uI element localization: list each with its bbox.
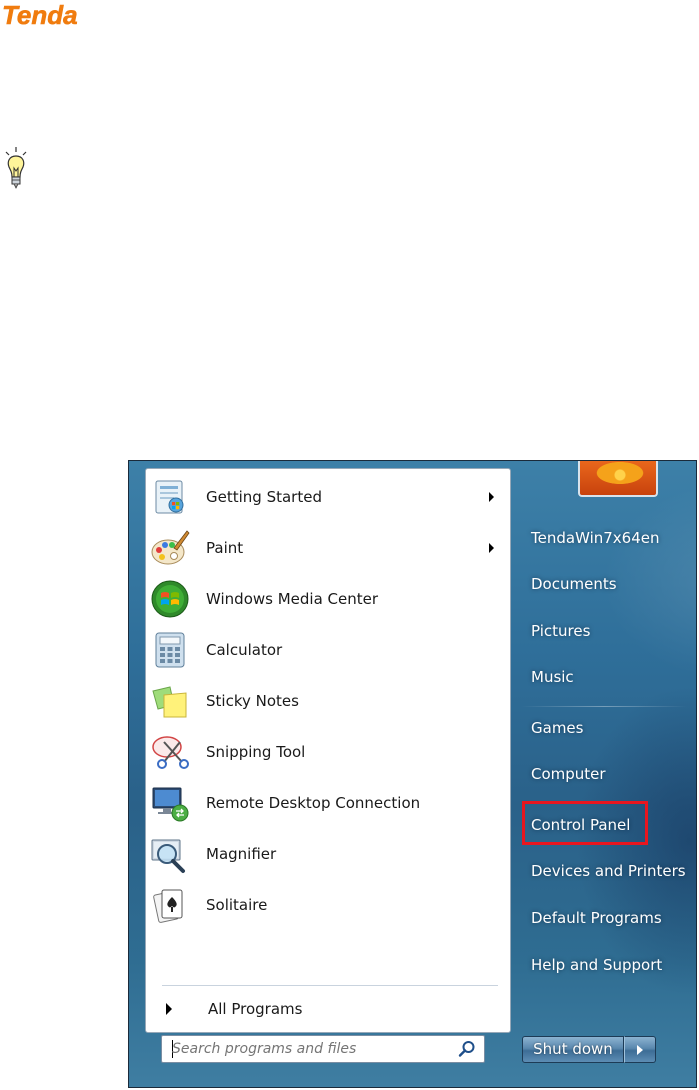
program-solitaire[interactable]: Solitaire (148, 881, 506, 929)
divider (162, 985, 498, 986)
control-panel-highlight (522, 801, 648, 845)
right-item-user[interactable]: TendaWin7x64en (531, 529, 659, 547)
calculator-icon (155, 632, 185, 668)
program-label: Magnifier (206, 845, 277, 863)
svg-text:Tenda: Tenda (2, 0, 78, 30)
program-label: Calculator (206, 641, 283, 659)
right-item-games[interactable]: Games (531, 719, 583, 737)
shutdown-button[interactable]: Shut down (522, 1036, 624, 1063)
lightbulb-icon (5, 147, 27, 189)
paint-icon (151, 530, 190, 565)
program-calculator[interactable]: Calculator (148, 626, 506, 674)
right-item-music[interactable]: Music (531, 668, 574, 686)
right-item-help-and-support[interactable]: Help and Support (531, 956, 662, 974)
expand-arrow-icon (166, 1003, 172, 1015)
right-item-documents[interactable]: Documents (531, 575, 617, 593)
submenu-arrow-icon[interactable] (489, 492, 494, 502)
program-sticky-notes[interactable]: Sticky Notes (148, 677, 506, 725)
chevron-right-icon (637, 1045, 643, 1055)
sticky-notes-icon (152, 686, 187, 718)
program-magnifier[interactable]: Magnifier (148, 830, 506, 878)
search-box[interactable] (161, 1035, 485, 1063)
program-label: Remote Desktop Connection (206, 794, 421, 812)
windows-media-center-icon (151, 580, 189, 618)
search-input[interactable] (172, 1038, 442, 1060)
all-programs-label: All Programs (208, 1000, 303, 1018)
submenu-arrow-icon[interactable] (489, 543, 494, 553)
snipping-tool-icon (152, 736, 189, 769)
search-icon[interactable] (458, 1040, 476, 1058)
program-paint[interactable]: Paint (148, 524, 506, 572)
programs-pane: Getting Started Paint Windows Media Cent… (145, 468, 511, 1033)
program-label: Sticky Notes (206, 692, 299, 710)
right-item-computer[interactable]: Computer (531, 765, 606, 783)
program-windows-media-center[interactable]: Windows Media Center (148, 575, 506, 623)
program-snipping-tool[interactable]: Snipping Tool (148, 728, 506, 776)
program-label: Getting Started (206, 488, 322, 506)
start-menu: Getting Started Paint Windows Media Cent… (128, 460, 697, 1088)
remote-desktop-icon (152, 787, 189, 822)
shutdown-options-button[interactable] (624, 1036, 656, 1063)
program-remote-desktop-connection[interactable]: Remote Desktop Connection (148, 779, 506, 827)
right-item-default-programs[interactable]: Default Programs (531, 909, 662, 927)
program-label: Paint (206, 539, 244, 557)
program-label: Windows Media Center (206, 590, 379, 608)
solitaire-icon (153, 889, 183, 923)
right-item-devices-and-printers[interactable]: Devices and Printers (531, 862, 686, 880)
user-picture[interactable] (578, 461, 658, 497)
getting-started-icon (155, 480, 184, 514)
all-programs-button[interactable]: All Programs (156, 991, 486, 1027)
tenda-logo: Tenda (2, 0, 78, 30)
right-divider (521, 706, 687, 707)
program-label: Solitaire (206, 896, 268, 914)
program-label: Snipping Tool (206, 743, 306, 761)
magnifier-icon (151, 839, 185, 873)
program-getting-started[interactable]: Getting Started (148, 473, 506, 521)
right-item-pictures[interactable]: Pictures (531, 622, 590, 640)
